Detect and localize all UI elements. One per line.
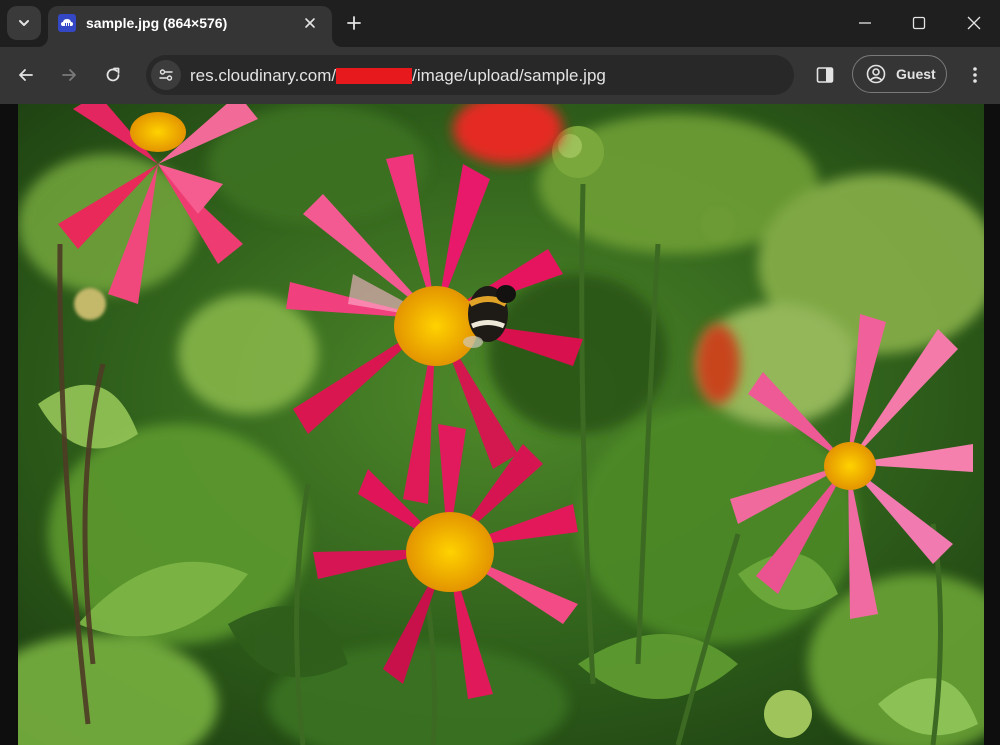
reload-button[interactable] — [98, 60, 128, 90]
minimize-icon — [859, 22, 871, 24]
new-tab-button[interactable] — [343, 12, 365, 34]
viewport — [0, 104, 1000, 745]
account-circle-icon — [866, 64, 886, 84]
side-panel-icon — [816, 67, 834, 83]
reload-icon — [106, 67, 120, 82]
tune-icon — [159, 69, 173, 81]
displayed-image — [18, 104, 984, 745]
url-text: res.cloudinary.com/ /image/upload/sample.… — [190, 66, 606, 86]
plus-icon — [347, 16, 361, 30]
maximize-icon — [912, 16, 926, 30]
tab-title: sample.jpg (864×576) — [86, 15, 228, 31]
arrow-left-icon — [19, 69, 33, 81]
chevron-down-icon — [19, 20, 29, 26]
side-panel-button[interactable] — [811, 61, 839, 89]
toolbar: res.cloudinary.com/ /image/upload/sample.… — [0, 47, 1000, 104]
cloudinary-favicon-icon — [58, 14, 76, 32]
maximize-button[interactable] — [904, 8, 934, 38]
tab-close-button[interactable] — [300, 13, 320, 33]
arrow-right-icon — [62, 69, 76, 81]
address-bar[interactable]: res.cloudinary.com/ /image/upload/sample.… — [146, 55, 794, 95]
close-icon — [305, 18, 315, 28]
tab-search-button[interactable] — [7, 6, 41, 40]
close-icon — [967, 16, 981, 30]
menu-button[interactable] — [962, 61, 988, 89]
window-close-button[interactable] — [959, 8, 989, 38]
minimize-button[interactable] — [850, 8, 880, 38]
url-prefix: res.cloudinary.com/ — [190, 66, 337, 85]
browser-window: sample.jpg (864×576) res.cloudinary.com/… — [0, 0, 1000, 745]
tab-active[interactable]: sample.jpg (864×576) — [48, 6, 332, 47]
forward-button[interactable] — [54, 60, 84, 90]
redaction-bar — [336, 68, 413, 84]
profile-label: Guest — [896, 66, 936, 82]
url-suffix: /image/upload/sample.jpg — [412, 66, 606, 85]
profile-button[interactable]: Guest — [852, 55, 947, 93]
back-button[interactable] — [11, 60, 41, 90]
tab-strip: sample.jpg (864×576) — [0, 0, 1000, 47]
site-info-button[interactable] — [151, 60, 181, 90]
more-vertical-icon — [973, 67, 977, 83]
